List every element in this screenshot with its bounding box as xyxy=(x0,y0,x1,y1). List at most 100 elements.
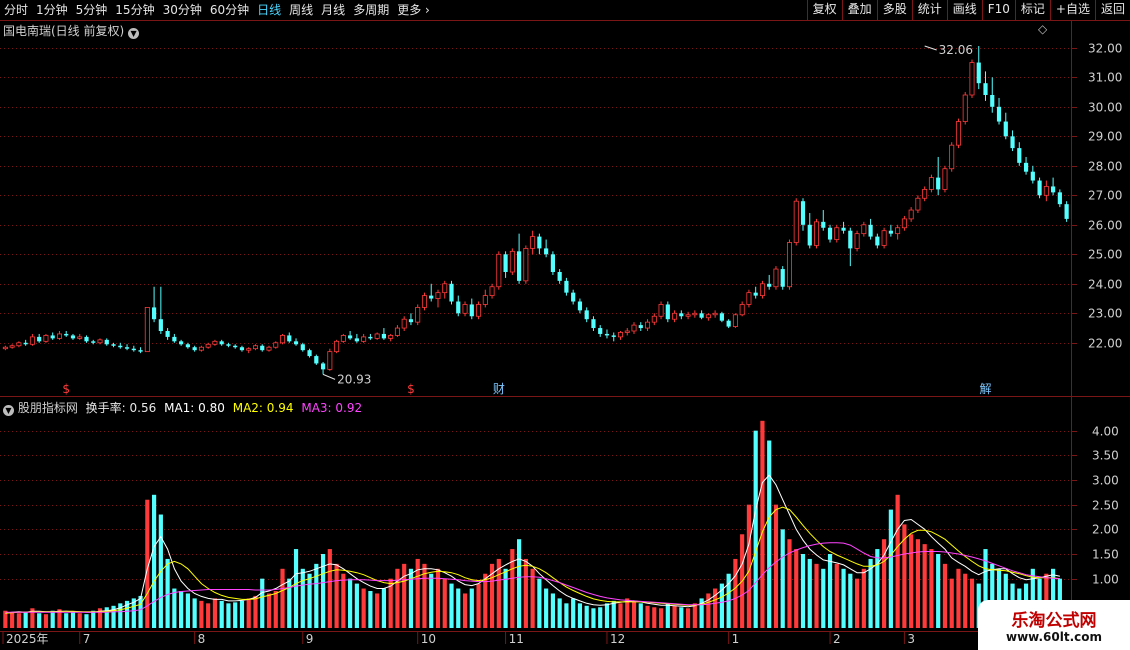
chevron-down-icon[interactable]: ▼ xyxy=(128,28,140,39)
candle-body xyxy=(394,327,400,336)
turnover-bar xyxy=(293,549,299,628)
turnover-bar xyxy=(692,603,697,628)
candle-body xyxy=(233,345,238,348)
candle-body xyxy=(70,335,76,339)
price-tick-label: 32.00 xyxy=(1088,42,1122,56)
candle-body xyxy=(23,342,28,345)
turnover-bar xyxy=(848,573,853,628)
indicator-name[interactable]: 股朋指标网 xyxy=(18,401,78,415)
turnover-bar xyxy=(841,568,846,628)
stock-title: 国电南瑞(日线 前复权) xyxy=(3,24,125,38)
candle-body xyxy=(327,351,333,370)
turnover-bar xyxy=(665,603,670,628)
turnover-bar xyxy=(449,583,454,628)
candle-body xyxy=(895,227,901,235)
date-tick-label: 2025年 xyxy=(6,632,49,646)
candle-body xyxy=(361,336,367,342)
event-marker: 解 xyxy=(979,382,991,396)
candle-body xyxy=(571,292,576,302)
candle-body xyxy=(185,344,190,348)
extreme-value-label: 32.06 xyxy=(939,43,973,57)
turnover-bar xyxy=(361,588,366,628)
candle-body xyxy=(962,94,968,122)
candle-body xyxy=(719,313,724,321)
candle-body xyxy=(915,197,921,211)
turnover-bar xyxy=(800,554,806,628)
turnover-bar xyxy=(638,603,643,628)
turnover-bar xyxy=(861,568,866,628)
turnover-bar xyxy=(192,598,197,628)
candle-body xyxy=(144,306,150,353)
date-tick-label: 10 xyxy=(421,632,436,646)
diamond-icon[interactable]: ◇ xyxy=(1038,22,1047,36)
candle-body xyxy=(219,341,224,345)
date-tick-label: 12 xyxy=(610,632,625,646)
candle-body xyxy=(252,345,258,350)
candle-body xyxy=(746,292,752,305)
candle-body xyxy=(482,295,488,305)
turnover-tick-label: 2.50 xyxy=(1092,499,1119,513)
candle-body xyxy=(368,336,373,339)
candle-body xyxy=(131,348,136,351)
candle-body xyxy=(124,347,130,349)
candle-body xyxy=(739,304,745,316)
turnover-bar xyxy=(780,529,785,628)
candle-body xyxy=(496,253,502,288)
turnover-bar xyxy=(767,440,772,628)
price-tick-label: 26.00 xyxy=(1088,219,1122,233)
candle-body xyxy=(672,312,678,320)
turnover-bar xyxy=(963,573,968,628)
candle-body xyxy=(503,254,508,272)
candle-body xyxy=(348,335,353,339)
candle-body xyxy=(469,304,474,317)
turnover-bar xyxy=(604,603,610,628)
turnover-bar xyxy=(794,549,799,628)
turnover-bar xyxy=(936,554,941,628)
grid-layer xyxy=(0,20,1130,632)
turnover-bar xyxy=(814,563,819,628)
candle-body xyxy=(631,324,637,332)
candle-body xyxy=(901,218,907,229)
turnover-bar xyxy=(64,613,69,628)
candle-body xyxy=(192,347,197,351)
turnover-bar xyxy=(260,578,265,628)
candle-body xyxy=(429,295,434,299)
turnover-bar xyxy=(909,534,914,628)
turnover-bar xyxy=(43,614,49,628)
turnover-bar xyxy=(557,598,562,628)
turnover-bar xyxy=(280,568,285,628)
price-tick-label: 28.00 xyxy=(1088,160,1122,174)
turnover-bar xyxy=(550,593,555,628)
price-tick-label: 25.00 xyxy=(1088,248,1122,262)
turnover-bar xyxy=(91,610,96,628)
candle-body xyxy=(759,283,765,296)
turnover-bar xyxy=(544,588,549,628)
turnover-bar xyxy=(618,603,623,628)
turnover-bar xyxy=(530,568,535,628)
candle-body xyxy=(584,310,589,320)
turnover-bar xyxy=(206,603,211,628)
turnover-bar xyxy=(226,603,231,628)
candle-body xyxy=(388,335,394,339)
candle-body xyxy=(983,83,988,95)
indicator-header: ▼ 股朋指标网 换手率: 0.56 MA1: 0.80 MA2: 0.94 MA… xyxy=(3,399,362,416)
turnover-bar xyxy=(753,430,758,628)
kline-chart-canvas[interactable]: 22.0023.0024.0025.0026.0027.0028.0029.00… xyxy=(0,0,1130,650)
candle-body xyxy=(1057,192,1062,205)
candle-body xyxy=(651,315,657,323)
candle-body xyxy=(300,344,305,351)
turnover-bar xyxy=(199,600,204,628)
turnover-bar xyxy=(239,600,245,628)
candle-body xyxy=(1037,180,1042,196)
turnover-tick-label: 4.00 xyxy=(1092,425,1119,439)
turnover-bar xyxy=(611,600,616,628)
candle-body xyxy=(111,344,116,346)
chevron-down-icon[interactable]: ▼ xyxy=(3,405,14,416)
turnover-bar xyxy=(571,598,576,628)
candle-body xyxy=(732,314,738,327)
candle-body xyxy=(56,333,62,339)
extreme-pointer xyxy=(322,373,336,380)
price-tick-label: 22.00 xyxy=(1088,337,1122,351)
turnover-bar xyxy=(16,613,21,628)
candle-body xyxy=(29,336,35,345)
